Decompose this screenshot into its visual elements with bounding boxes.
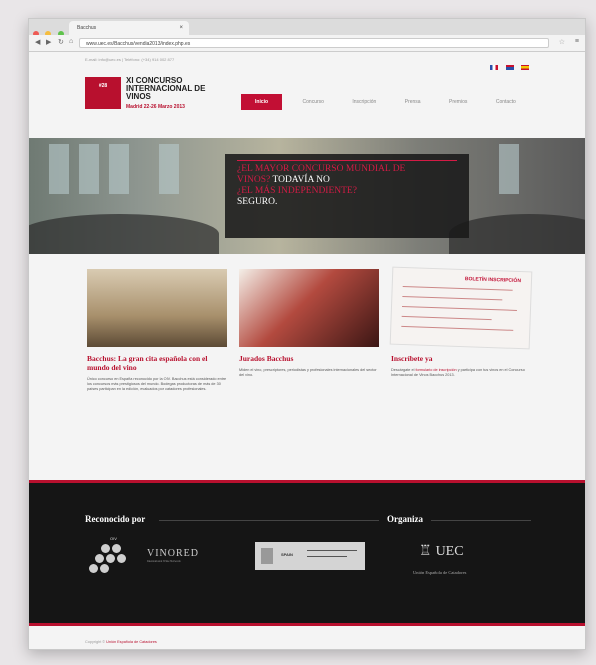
- grape-icon: [101, 544, 110, 553]
- tab-bar: Bacchus ×: [29, 19, 585, 37]
- nav-concurso[interactable]: Concurso: [291, 94, 336, 110]
- vinored-logo[interactable]: VINORED International Wine Network: [147, 548, 199, 563]
- web-page: E-mail: info@uec.es | Teléfono: (+34) 91…: [29, 52, 585, 649]
- government-text-line: [307, 550, 357, 551]
- uec-name: Unión Española de Catadores: [413, 570, 467, 575]
- logo-badge[interactable]: #28: [85, 77, 121, 109]
- footer-divider: [159, 520, 379, 521]
- tab-title: Bacchus: [77, 25, 97, 31]
- grape-icon: [100, 564, 109, 573]
- form-line: [402, 285, 513, 291]
- hero-photo-crowd: [29, 214, 219, 254]
- grape-icon: [89, 564, 98, 573]
- nav-inscripcion[interactable]: Inscripción: [340, 94, 388, 110]
- coat-of-arms-icon: [261, 548, 273, 564]
- home-icon[interactable]: ⌂: [69, 38, 73, 45]
- hero-divider: [237, 160, 457, 161]
- uec-logo[interactable]: ♖ UEC Unión Española de Catadores: [413, 542, 466, 575]
- flag-fr-icon[interactable]: [490, 65, 499, 70]
- grape-icon: [117, 554, 126, 563]
- government-label: SPAIN: [281, 552, 293, 557]
- menu-icon[interactable]: ≡: [575, 38, 579, 45]
- form-line: [401, 315, 492, 321]
- grape-icon: [106, 554, 115, 563]
- reload-icon[interactable]: ↻: [58, 38, 64, 46]
- column-desc-jurados: Miden el vino, prescriptores, periodista…: [239, 368, 377, 378]
- vinored-label: VINORED: [147, 548, 199, 559]
- uec-label: UEC: [435, 544, 464, 559]
- registration-form-image[interactable]: BOLETÍN INSCRIPCIÓN: [389, 266, 533, 350]
- browser-toolbar: ◀ ▶ ↻ ⌂ www.uec.es/Bacchus/vendia2013/in…: [29, 35, 585, 52]
- close-icon[interactable]: ×: [179, 21, 183, 35]
- form-heading: BOLETÍN INSCRIPCIÓN: [464, 276, 522, 285]
- column-title-inscribete[interactable]: Inscríbete ya: [391, 354, 531, 364]
- hero-photo-window: [109, 144, 129, 194]
- government-text-line: [307, 556, 347, 557]
- flag-es-icon[interactable]: [521, 65, 529, 70]
- hero-line-2: VINOS? TODAVÍA NO: [237, 175, 457, 186]
- forward-icon[interactable]: ▶: [46, 38, 51, 46]
- footer-sponsors: Reconocido por Organiza OIV VINORED Inter…: [29, 480, 585, 626]
- copyright-link[interactable]: Unión Española de Catadores: [106, 640, 157, 644]
- oiv-label: OIV: [110, 536, 117, 541]
- url-text: www.uec.es/Bacchus/vendia2013/index.php.…: [86, 41, 191, 47]
- vinored-sub: International Wine Network: [147, 559, 181, 563]
- hero-photo-window: [159, 144, 179, 194]
- address-bar[interactable]: www.uec.es/Bacchus/vendia2013/index.php.…: [79, 38, 549, 48]
- wine-tasting-photo[interactable]: [239, 269, 379, 347]
- ballroom-photo[interactable]: [87, 269, 227, 347]
- flag-gb-icon[interactable]: [505, 65, 514, 70]
- browser-tab[interactable]: Bacchus ×: [69, 21, 189, 35]
- hero-line-2b: TODAVÍA NO: [270, 175, 330, 185]
- grape-icon: [112, 544, 121, 553]
- hero-line-2a: VINOS?: [237, 175, 271, 185]
- nav-contacto[interactable]: Contacto: [484, 94, 528, 110]
- hero-banner: ¿EL MAYOR CONCURSO MUNDIAL DE VINOS? TOD…: [29, 138, 585, 254]
- logo-badge-text: #28: [98, 83, 108, 89]
- bookmark-star-icon[interactable]: ☆: [559, 38, 565, 46]
- hero-photo-crowd: [449, 214, 585, 254]
- nav-inicio[interactable]: Inicio: [241, 94, 283, 110]
- logo-date: Madrid 22-26 Marzo 2013: [126, 104, 185, 110]
- hero-line-1: ¿EL MAYOR CONCURSO MUNDIAL DE: [237, 164, 406, 174]
- hero-headline: ¿EL MAYOR CONCURSO MUNDIAL DE VINOS? TOD…: [225, 154, 469, 238]
- main-nav: Inicio Concurso Inscripción Prensa Premi…: [241, 90, 528, 110]
- hero-photo-window: [79, 144, 99, 194]
- contact-info: E-mail: info@uec.es | Teléfono: (+34) 91…: [85, 57, 175, 62]
- registration-form-link[interactable]: formulario de inscripción: [415, 368, 456, 372]
- hero-line-3: ¿EL MÁS INDEPENDIENTE?: [237, 186, 357, 196]
- hero-photo-window: [499, 144, 519, 194]
- grape-icon: [95, 554, 104, 563]
- government-logo[interactable]: SPAIN: [255, 542, 365, 570]
- browser-window: Bacchus × ◀ ▶ ↻ ⌂ www.uec.es/Bacchus/ven…: [28, 18, 586, 650]
- nav-prensa[interactable]: Prensa: [393, 94, 433, 110]
- back-icon[interactable]: ◀: [35, 38, 40, 46]
- hero-photo-window: [49, 144, 69, 194]
- form-line: [402, 295, 503, 301]
- column-desc-inscribete: Descárgate el formulario de inscripción …: [391, 368, 531, 378]
- copyright-prefix: Copyright ©: [85, 640, 107, 644]
- hero-line-4: SEGURO.: [237, 197, 278, 207]
- column-desc-bacchus: Único concurso en España reconocido por …: [87, 377, 227, 392]
- column-title-bacchus[interactable]: Bacchus: La gran cita española con el mu…: [87, 354, 227, 372]
- nav-premios[interactable]: Premios: [437, 94, 479, 110]
- goblet-icon: ♖: [419, 544, 432, 559]
- copyright: Copyright © Unión Española de Catadores: [85, 640, 157, 644]
- column-title-jurados[interactable]: Jurados Bacchus: [239, 354, 379, 364]
- desc-prefix: Descárgate el: [391, 368, 416, 372]
- logo-title: XI CONCURSO INTERNACIONAL DE VINOS: [126, 76, 206, 101]
- oiv-logo[interactable]: OIV: [85, 536, 133, 574]
- form-line: [401, 325, 514, 331]
- recognized-heading: Reconocido por: [85, 514, 146, 524]
- organized-heading: Organiza: [387, 514, 423, 524]
- form-line: [402, 305, 517, 311]
- footer-divider: [431, 520, 531, 521]
- language-flags: [487, 57, 529, 75]
